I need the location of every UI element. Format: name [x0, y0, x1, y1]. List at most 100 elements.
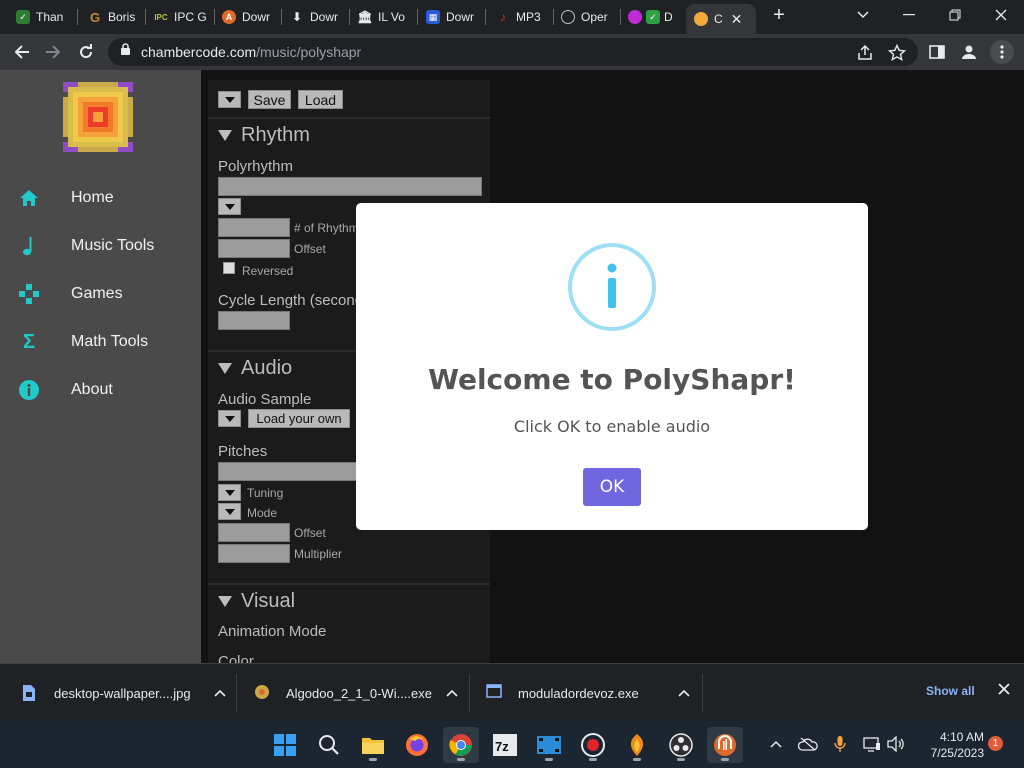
volume-icon[interactable]: [885, 733, 907, 755]
download-shelf: desktop-wallpaper....jpg Algodoo_2_1_0-W…: [0, 663, 1024, 721]
tab-label: IPC G: [174, 10, 207, 24]
tab-separator: [77, 9, 78, 25]
info-icon: [567, 242, 657, 332]
tab-label: MP3: [516, 10, 541, 24]
clock-time: 4:10 AM: [939, 730, 984, 744]
tab-5[interactable]: ⬇ Dowr: [282, 5, 348, 29]
tab-7[interactable]: ▦ Dowr: [418, 5, 484, 29]
close-tab-icon[interactable]: ✕: [731, 11, 743, 28]
ok-button[interactable]: OK: [583, 468, 641, 506]
side-panel-icon[interactable]: [926, 41, 948, 63]
bookmark-star-icon[interactable]: [887, 43, 907, 62]
welcome-dialog: Welcome to PolyShapr! Click OK to enable…: [356, 203, 868, 530]
running-indicator: [457, 758, 465, 761]
download-site-icon: A: [222, 10, 236, 24]
browser-toolbar: chambercode.com/music/polyshapr: [0, 34, 1024, 70]
dialog-title: Welcome to PolyShapr!: [428, 363, 796, 396]
tab-10[interactable]: ✓ D: [620, 5, 684, 29]
chrome-icon[interactable]: [443, 727, 479, 763]
start-windows-icon[interactable]: [267, 727, 303, 763]
download-filename: moduladordevoz.exe: [518, 685, 639, 701]
video-editor-icon[interactable]: [531, 727, 567, 763]
image-file-icon: [22, 684, 38, 702]
taskbar-clock[interactable]: 4:10 AM 7/25/2023: [918, 729, 984, 761]
menu-kebab-icon[interactable]: [990, 40, 1014, 64]
profile-icon[interactable]: [958, 41, 980, 63]
algodoo-icon: [254, 684, 270, 702]
running-indicator: [589, 758, 597, 761]
reload-icon[interactable]: [73, 39, 99, 65]
modal-backdrop[interactable]: Welcome to PolyShapr! Click OK to enable…: [0, 70, 1024, 663]
check-icon: ✓: [646, 10, 660, 24]
restore-icon[interactable]: [932, 0, 978, 30]
forward-icon[interactable]: [40, 39, 66, 65]
download-filename: desktop-wallpaper....jpg: [54, 685, 191, 701]
tab-9[interactable]: Oper: [553, 5, 619, 29]
tab-label: Dowr: [310, 10, 339, 24]
tab-label: C: [714, 12, 723, 26]
url-path: /music/polyshapr: [256, 44, 362, 60]
building-icon: 🏛: [357, 10, 373, 24]
address-bar[interactable]: chambercode.com/music/polyshapr: [108, 38, 918, 66]
close-shelf-icon[interactable]: [998, 682, 1010, 700]
microphone-icon[interactable]: [829, 733, 851, 755]
notification-badge[interactable]: 1: [988, 736, 1003, 751]
g-icon: G: [89, 9, 101, 25]
tab-label: Than: [36, 10, 64, 24]
tab-4[interactable]: A Dowr: [214, 5, 280, 29]
web-page: Home Music Tools Games Σ Math Tools Abou…: [0, 70, 1024, 663]
tab-separator: [485, 9, 486, 25]
download-item[interactable]: Algodoo_2_1_0-Wi....exe: [254, 664, 458, 722]
network-icon[interactable]: [861, 733, 883, 755]
chevron-up-icon[interactable]: [678, 684, 690, 702]
tab-8[interactable]: ♪ MP3: [488, 5, 554, 29]
download-separator: [702, 674, 703, 712]
dialog-text: Click OK to enable audio: [513, 417, 711, 436]
fl-studio-icon[interactable]: [619, 727, 655, 763]
grid-icon: ▦: [426, 10, 440, 24]
share-icon[interactable]: [856, 44, 874, 62]
show-hidden-icons[interactable]: [765, 733, 787, 755]
tab-6[interactable]: 🏛 IL Vo: [350, 5, 416, 29]
tab-label: Boris: [108, 10, 136, 24]
lock-icon[interactable]: [120, 43, 131, 61]
new-tab-button[interactable]: +: [756, 0, 802, 30]
back-icon[interactable]: [9, 39, 35, 65]
download-item[interactable]: desktop-wallpaper....jpg: [22, 664, 226, 722]
running-indicator: [721, 758, 729, 761]
onedrive-icon[interactable]: [797, 733, 819, 755]
tab-label: IL Vo: [378, 10, 405, 24]
download-item[interactable]: moduladordevoz.exe: [486, 664, 690, 722]
tab-active[interactable]: C ✕: [686, 4, 756, 34]
show-all-downloads-link[interactable]: Show all: [926, 684, 975, 698]
tab-2[interactable]: G Boris: [80, 5, 142, 29]
download-separator: [236, 674, 237, 712]
file-explorer-icon[interactable]: [355, 727, 391, 763]
running-indicator: [633, 758, 641, 761]
audacity-icon[interactable]: [707, 727, 743, 763]
tab-label: Dowr: [446, 10, 475, 24]
running-indicator: [677, 758, 685, 761]
download-filename: Algodoo_2_1_0-Wi....exe: [286, 685, 432, 701]
tab-search-icon[interactable]: [840, 0, 886, 30]
url-host: chambercode.com: [141, 44, 257, 60]
close-window-icon[interactable]: [978, 0, 1024, 30]
download-separator: [469, 674, 470, 712]
dual-icon: [628, 10, 642, 24]
minimize-icon[interactable]: [886, 0, 932, 30]
exe-file-icon: [486, 684, 502, 702]
tab-1[interactable]: ✓ Than: [8, 5, 72, 29]
7zip-icon[interactable]: 7z: [487, 727, 523, 763]
search-icon[interactable]: [311, 727, 347, 763]
ipc-icon: IPC: [154, 12, 168, 22]
running-indicator: [369, 758, 377, 761]
chevron-up-icon[interactable]: [214, 684, 226, 702]
screen-recorder-icon[interactable]: [575, 727, 611, 763]
obs-icon[interactable]: [663, 727, 699, 763]
firefox-icon[interactable]: [399, 727, 435, 763]
chatgpt-icon: [561, 10, 575, 24]
download-arrow-icon: ⬇: [291, 10, 303, 24]
chevron-up-icon[interactable]: [446, 684, 458, 702]
tab-3[interactable]: IPC IPC G: [146, 5, 212, 29]
tab-label: Dowr: [242, 10, 271, 24]
